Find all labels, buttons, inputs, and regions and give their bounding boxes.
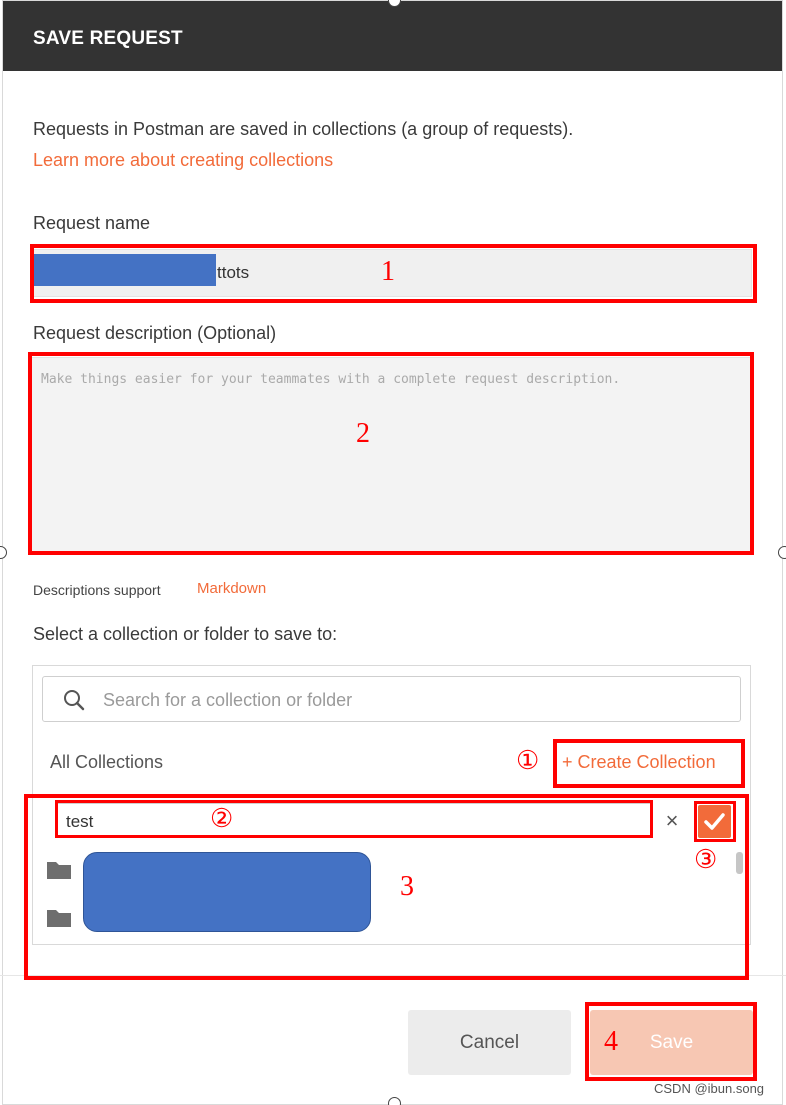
- annotation-circle-2: ②: [210, 804, 234, 834]
- annotation-box-check: [694, 801, 736, 842]
- description-support-text: Descriptions support: [33, 582, 161, 598]
- cancel-button[interactable]: Cancel: [408, 1010, 571, 1075]
- annotation-label-1: 1: [381, 256, 395, 287]
- search-placeholder: Search for a collection or folder: [103, 690, 353, 710]
- search-icon: [64, 690, 85, 711]
- request-name-label: Request name: [33, 213, 151, 233]
- annotation-circle-1: ①: [516, 746, 540, 776]
- resize-handle[interactable]: [388, 1097, 401, 1105]
- collection-select-label: Select a collection or folder to save to…: [33, 624, 338, 644]
- annotation-label-3: 3: [400, 871, 414, 902]
- all-collections-label[interactable]: All Collections: [50, 752, 163, 773]
- annotation-circle-3: ③: [694, 845, 718, 875]
- markdown-link[interactable]: Markdown: [197, 580, 266, 597]
- watermark-text: CSDN @ibun.song: [654, 1081, 765, 1096]
- annotation-label-2: 2: [356, 418, 370, 449]
- annotation-box-input: [55, 800, 653, 838]
- dialog-header: SAVE REQUEST: [3, 1, 782, 71]
- learn-more-link[interactable]: Learn more about creating collections: [33, 150, 333, 171]
- request-description-label: Request description (Optional): [33, 323, 277, 343]
- annotation-box-2: [28, 352, 754, 555]
- annotation-box-create: [553, 739, 745, 788]
- intro-text: Requests in Postman are saved in collect…: [33, 119, 574, 139]
- dialog-title: SAVE REQUEST: [33, 28, 183, 49]
- annotation-label-4: 4: [604, 1026, 618, 1057]
- collection-search-input[interactable]: Search for a collection or folder: [42, 676, 741, 722]
- resize-handle[interactable]: [778, 546, 786, 559]
